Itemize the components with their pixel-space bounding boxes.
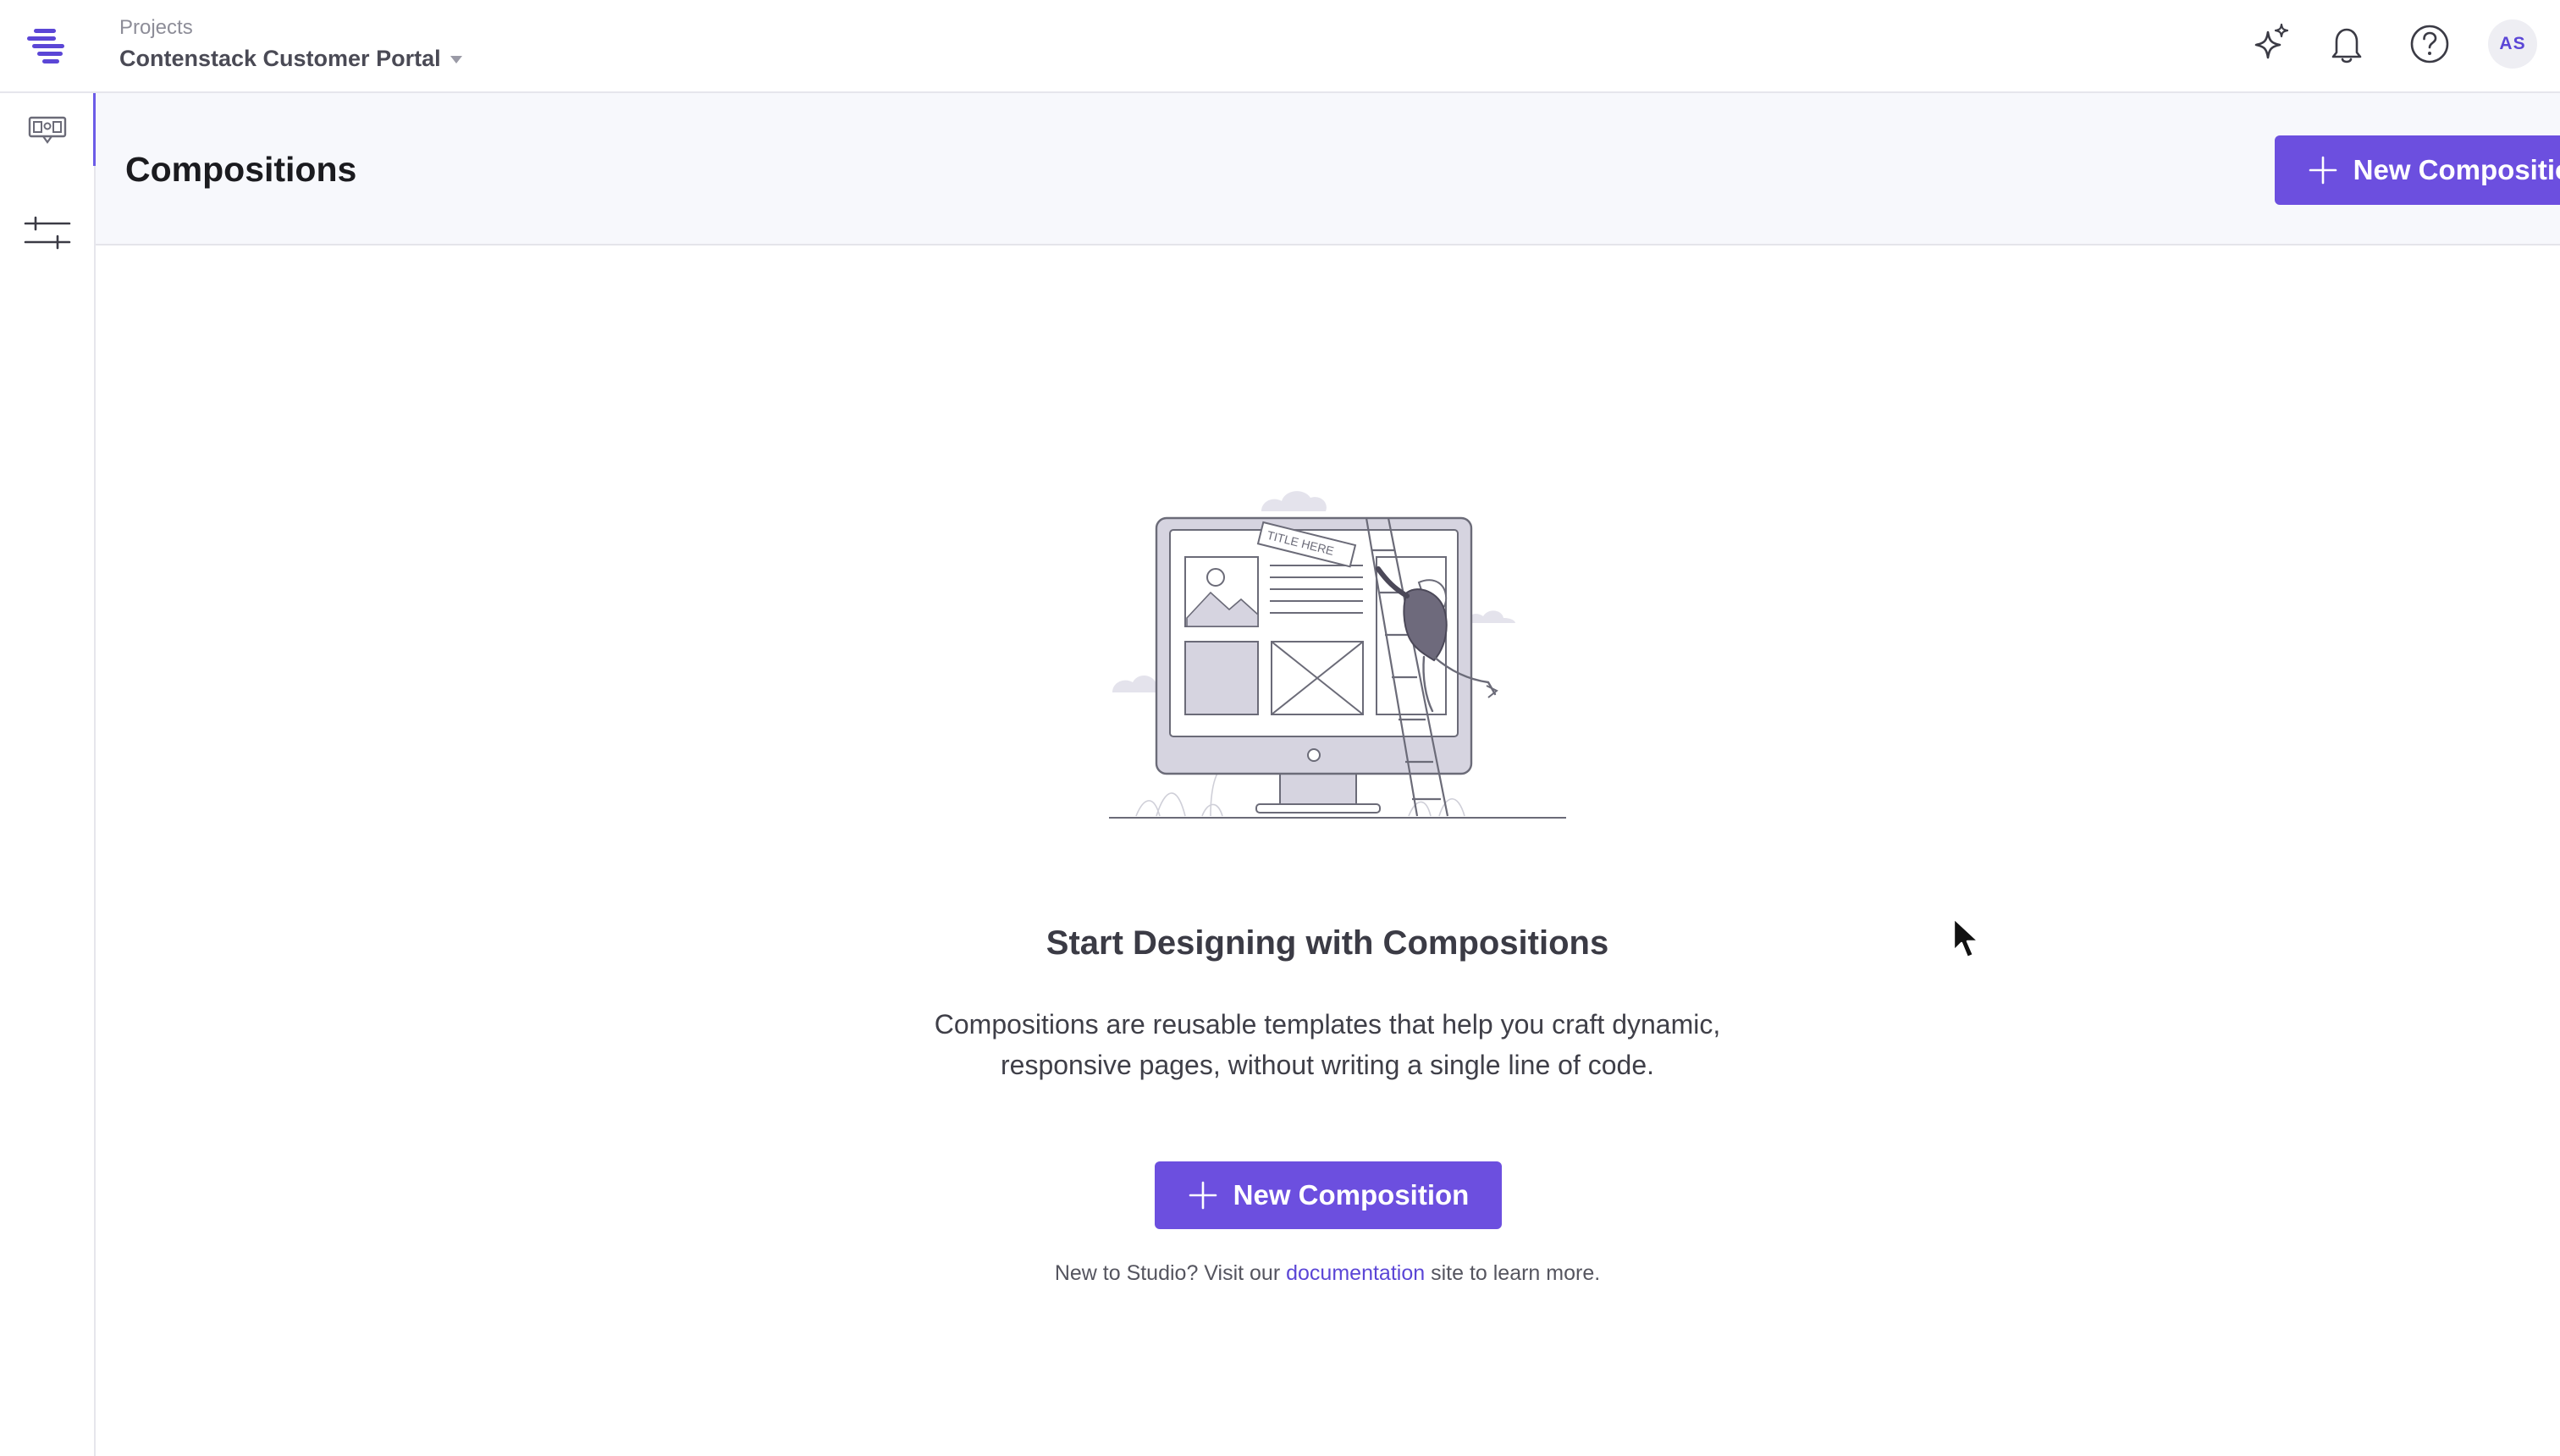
empty-state-button-label: New Composition xyxy=(1233,1179,1470,1211)
project-switcher[interactable]: Contenstack Customer Portal xyxy=(119,46,463,72)
project-name: Contenstack Customer Portal xyxy=(119,46,441,71)
logo-icon[interactable] xyxy=(22,22,73,69)
designer-illustration: TITLE HERE xyxy=(1109,491,1566,819)
page-title: Compositions xyxy=(125,150,357,189)
empty-state-new-composition-button[interactable]: New Composition xyxy=(1155,1161,1502,1229)
empty-state-title: Start Designing with Compositions xyxy=(1046,924,1609,962)
documentation-link[interactable]: documentation xyxy=(1286,1261,1425,1285)
sidebar-item-settings[interactable] xyxy=(0,196,94,269)
caret-down-icon xyxy=(450,55,462,63)
page-header: Compositions New Composition xyxy=(96,93,2560,245)
bell-icon[interactable] xyxy=(2323,20,2370,68)
plus-icon xyxy=(1189,1181,1217,1210)
new-composition-label: New Composition xyxy=(2353,154,2560,185)
documentation-footnote: New to Studio? Visit our documentation s… xyxy=(900,1261,1755,1286)
projects-label: Projects xyxy=(119,16,193,39)
help-icon[interactable] xyxy=(2406,20,2453,68)
sparkle-icon[interactable] xyxy=(2248,20,2295,68)
avatar[interactable]: AS xyxy=(2488,19,2537,69)
settings-sliders-icon xyxy=(24,216,70,250)
sidebar xyxy=(0,93,96,1456)
plus-icon xyxy=(2309,156,2337,185)
footnote-suffix: site to learn more. xyxy=(1431,1261,1601,1285)
footnote-prefix: New to Studio? Visit our xyxy=(1054,1261,1281,1285)
sidebar-item-compositions[interactable] xyxy=(0,93,96,166)
mouse-cursor-icon xyxy=(1952,917,1980,959)
compositions-icon xyxy=(28,116,66,144)
empty-state-description: Compositions are reusable templates that… xyxy=(934,1009,1721,1080)
top-bar: Projects Contenstack Customer Portal AS xyxy=(0,0,2560,93)
new-composition-button[interactable]: New Composition xyxy=(2275,135,2560,205)
